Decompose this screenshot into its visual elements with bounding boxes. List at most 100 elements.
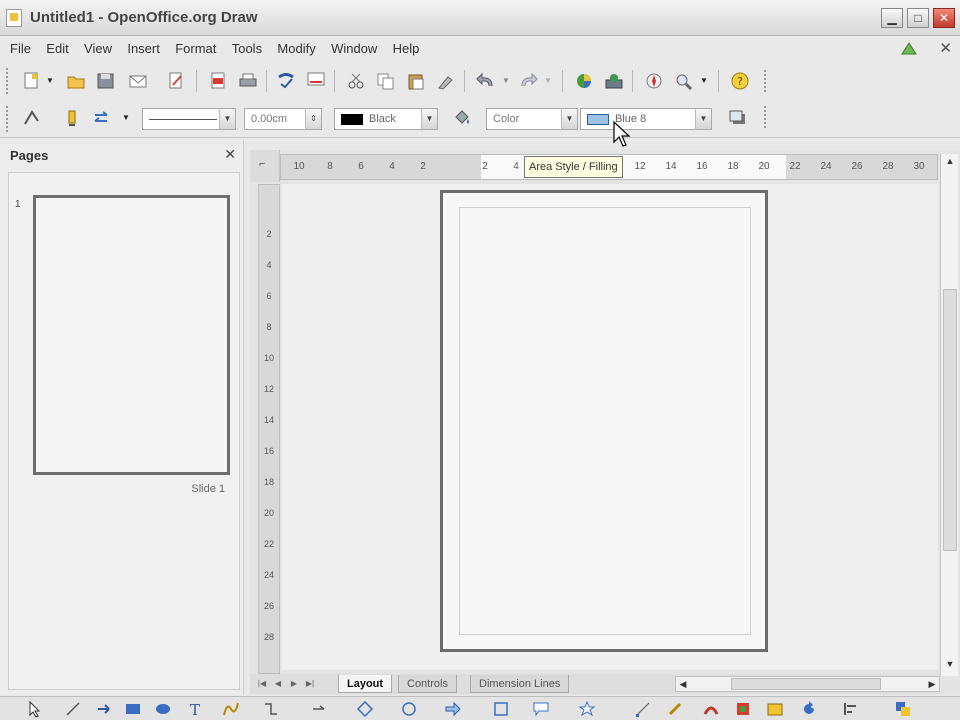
help-icon[interactable]: ? — [730, 72, 750, 90]
area-fill-bucket-icon[interactable] — [452, 109, 472, 127]
menu-modify[interactable]: Modify — [277, 38, 315, 60]
vertical-ruler[interactable]: 2 4 6 8 10 12 14 16 18 20 22 24 26 28 — [258, 184, 280, 674]
line-arrow-icon[interactable] — [96, 700, 114, 718]
navigator-icon[interactable] — [644, 72, 664, 90]
save-icon[interactable] — [96, 72, 116, 90]
stars-icon[interactable] — [578, 700, 596, 718]
undo-dropdown-arrow-icon[interactable]: ▼ — [502, 76, 510, 85]
gallery-icon[interactable] — [604, 72, 624, 90]
scroll-up-icon[interactable]: ▲ — [943, 156, 957, 166]
horizontal-scrollbar[interactable]: ◀ ▶ — [675, 676, 940, 692]
basic-shapes-icon[interactable] — [356, 700, 374, 718]
rotate-icon[interactable] — [800, 700, 818, 718]
last-tab-icon[interactable]: ▶| — [304, 677, 316, 691]
dropdown-arrow-icon[interactable]: ▼ — [561, 109, 577, 129]
from-file-icon[interactable] — [734, 700, 752, 718]
menu-file[interactable]: File — [10, 38, 31, 60]
rectangle-icon[interactable] — [124, 700, 142, 718]
scroll-right-icon[interactable]: ▶ — [925, 677, 939, 691]
points-icon[interactable] — [634, 700, 652, 718]
undo-icon[interactable] — [476, 72, 496, 90]
gallery-icon[interactable] — [766, 700, 784, 718]
next-tab-icon[interactable]: ▶ — [288, 677, 300, 691]
curve-icon[interactable] — [222, 700, 240, 718]
open-folder-icon[interactable] — [66, 72, 86, 90]
close-document-icon[interactable]: ✕ — [939, 39, 952, 57]
drawing-canvas[interactable] — [282, 184, 938, 670]
fontwork-icon[interactable] — [702, 700, 720, 718]
area-fill-dropdown[interactable]: Blue 8 ▼ — [580, 108, 712, 130]
select-icon[interactable] — [26, 700, 44, 718]
maximize-button[interactable]: □ — [907, 8, 929, 28]
page-thumbnail[interactable] — [33, 195, 230, 475]
lines-arrows-icon[interactable] — [310, 700, 328, 718]
dropdown-arrow-icon[interactable]: ▼ — [695, 109, 711, 129]
line-color-dropdown[interactable]: Black ▼ — [334, 108, 438, 130]
minimize-button[interactable]: ▁ — [881, 8, 903, 28]
alignment-icon[interactable] — [842, 700, 860, 718]
toolbar-grip[interactable] — [6, 106, 11, 132]
scroll-down-icon[interactable]: ▼ — [943, 659, 957, 669]
tab-stop-icon[interactable]: ⌐ — [259, 158, 265, 170]
previous-tab-icon[interactable]: ◀ — [272, 677, 284, 691]
vertical-scroll-thumb[interactable] — [943, 289, 957, 551]
paste-icon[interactable] — [406, 72, 426, 90]
tab-dimension-lines[interactable]: Dimension Lines — [470, 675, 570, 693]
print-icon[interactable] — [238, 72, 258, 90]
edit-file-icon[interactable] — [166, 72, 186, 90]
line-width-field[interactable]: 0.00cm ⇕ — [244, 108, 322, 130]
document-user-icon[interactable] — [900, 40, 918, 56]
text-icon[interactable]: T — [186, 700, 204, 718]
cut-icon[interactable] — [346, 72, 366, 90]
email-icon[interactable] — [128, 72, 148, 90]
flowchart-icon[interactable] — [492, 700, 510, 718]
menu-view[interactable]: View — [84, 38, 112, 60]
menu-format[interactable]: Format — [175, 38, 216, 60]
new-document-icon[interactable] — [22, 72, 42, 90]
menu-help[interactable]: Help — [393, 38, 420, 60]
arrow-style-icon[interactable] — [92, 109, 112, 127]
styles-formatting-icon[interactable] — [22, 109, 42, 127]
chart-icon[interactable] — [574, 72, 594, 90]
area-style-dropdown[interactable]: Color ▼ — [486, 108, 578, 130]
toolbar-grip[interactable] — [6, 68, 11, 94]
connector-icon[interactable] — [262, 700, 280, 718]
autospellcheck-icon[interactable] — [306, 70, 326, 88]
menu-edit[interactable]: Edit — [46, 38, 68, 60]
toolbar-end-grip[interactable] — [764, 106, 769, 128]
menu-insert[interactable]: Insert — [127, 38, 160, 60]
dropdown-arrow-icon[interactable]: ▼ — [421, 109, 437, 129]
vertical-scrollbar[interactable]: ▲ ▼ — [940, 154, 958, 676]
close-button[interactable]: ✕ — [933, 8, 955, 28]
drawing-page[interactable] — [440, 190, 768, 652]
export-pdf-icon[interactable] — [208, 72, 228, 90]
arrow-style-dropdown-arrow-icon[interactable]: ▼ — [122, 113, 130, 122]
ellipse-icon[interactable] — [154, 700, 172, 718]
toolbar-end-grip[interactable] — [764, 70, 769, 92]
line-icon[interactable] — [62, 109, 82, 127]
symbol-shapes-icon[interactable] — [400, 700, 418, 718]
close-pages-panel-icon[interactable]: ✕ — [224, 146, 236, 163]
arrange-icon[interactable] — [894, 700, 912, 718]
spelling-icon[interactable] — [276, 72, 296, 90]
first-tab-icon[interactable]: |◀ — [256, 677, 268, 691]
line-width-spin-icon[interactable]: ⇕ — [305, 109, 321, 129]
block-arrows-icon[interactable] — [444, 700, 462, 718]
dropdown-arrow-icon[interactable]: ▼ — [219, 109, 235, 129]
copy-icon[interactable] — [376, 72, 396, 90]
tab-layout[interactable]: Layout — [338, 675, 393, 693]
clone-formatting-icon[interactable] — [436, 72, 456, 90]
redo-dropdown-arrow-icon[interactable]: ▼ — [544, 76, 552, 85]
zoom-dropdown-arrow-icon[interactable]: ▼ — [700, 76, 708, 85]
horizontal-scroll-thumb[interactable] — [731, 678, 881, 690]
tab-controls[interactable]: Controls — [398, 675, 457, 693]
menu-window[interactable]: Window — [331, 38, 377, 60]
line-style-dropdown[interactable]: ▼ — [142, 108, 236, 130]
scroll-left-icon[interactable]: ◀ — [676, 677, 690, 691]
redo-icon[interactable] — [518, 72, 538, 90]
new-dropdown-arrow-icon[interactable]: ▼ — [46, 76, 54, 85]
gluepoints-icon[interactable] — [666, 700, 684, 718]
callouts-icon[interactable] — [532, 700, 550, 718]
shadow-icon[interactable] — [728, 109, 748, 127]
menu-tools[interactable]: Tools — [232, 38, 262, 60]
